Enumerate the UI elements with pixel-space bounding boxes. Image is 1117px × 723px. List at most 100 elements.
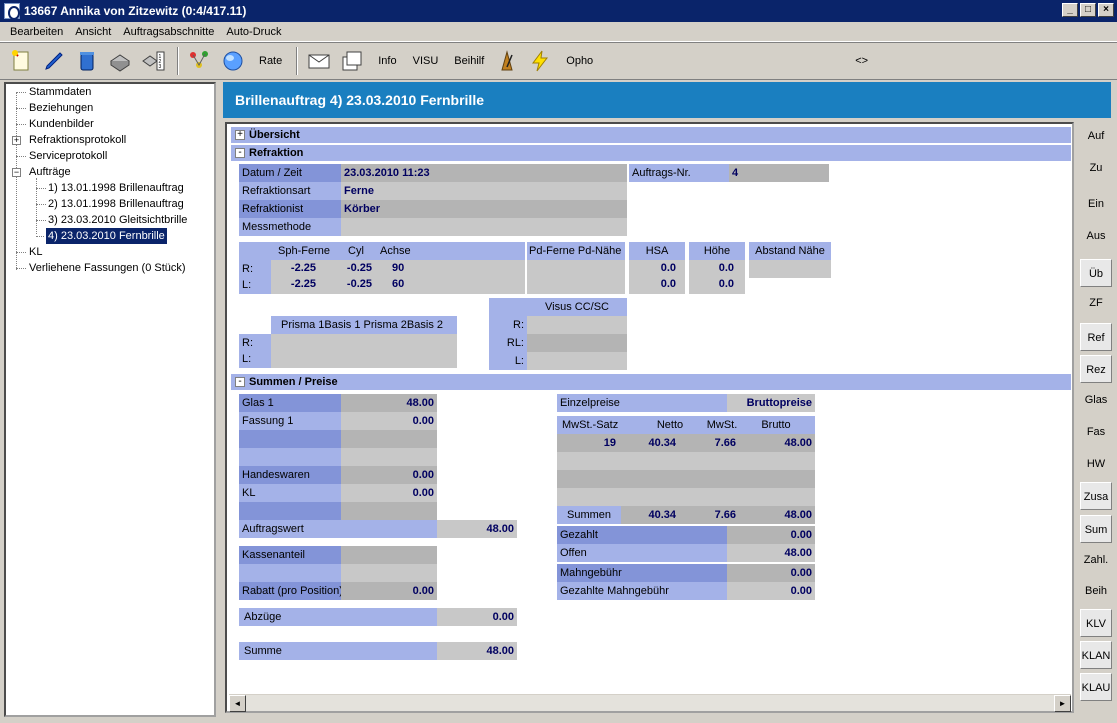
- visus-r-value[interactable]: [527, 316, 627, 334]
- tree-item-refraktionsprotokoll[interactable]: Refraktionsprotokoll: [29, 132, 126, 148]
- empty-value-3[interactable]: [341, 502, 437, 520]
- sidebar-aus[interactable]: Aus: [1080, 222, 1112, 250]
- sidebar-beih[interactable]: Beih: [1080, 577, 1112, 605]
- offen-value[interactable]: 48.00: [727, 544, 815, 562]
- fassung-value[interactable]: 0.00: [341, 412, 437, 430]
- l-cyl-value[interactable]: -0.25: [323, 276, 375, 292]
- horizontal-scrollbar[interactable]: ◄ ►: [229, 694, 1071, 712]
- scroll-left-icon[interactable]: ◄: [229, 695, 246, 712]
- visu-button[interactable]: VISU: [405, 55, 447, 67]
- rate-button[interactable]: Rate: [251, 55, 290, 67]
- pd-values[interactable]: [527, 260, 625, 294]
- tree-collapse-icon[interactable]: −: [12, 168, 21, 177]
- empty-value-4[interactable]: [341, 564, 437, 582]
- r-achse-value[interactable]: 90: [389, 260, 419, 276]
- mahngebuehr-value[interactable]: 0.00: [727, 564, 815, 582]
- gezahlt-value[interactable]: 0.00: [727, 526, 815, 544]
- lightning-button[interactable]: [525, 46, 555, 76]
- sidebar-fas[interactable]: Fas: [1080, 418, 1112, 446]
- print-numbered-button[interactable]: 123: [138, 46, 168, 76]
- tree-item-beziehungen[interactable]: Beziehungen: [29, 100, 93, 116]
- beihilf-button[interactable]: Beihilf: [446, 55, 492, 67]
- summen-mwst[interactable]: 7.66: [681, 506, 739, 524]
- handelswaren-value[interactable]: 0.00: [341, 466, 437, 484]
- minimize-button[interactable]: _: [1062, 3, 1078, 17]
- tree-item-order-3[interactable]: 3) 23.03.2010 Gleitsichtbrille: [48, 212, 187, 228]
- auftragsnr-value[interactable]: 4: [729, 164, 829, 182]
- edit-button[interactable]: [39, 46, 69, 76]
- nav-toggle-button[interactable]: <>: [847, 55, 876, 67]
- visus-rl-value[interactable]: [527, 334, 627, 352]
- tree-item-kl[interactable]: KL: [29, 244, 42, 260]
- r-cyl-value[interactable]: -0.25: [323, 260, 375, 276]
- kassenanteil-value[interactable]: [341, 546, 437, 564]
- scroll-right-icon[interactable]: ►: [1054, 695, 1071, 712]
- visus-l-value[interactable]: [527, 352, 627, 370]
- summen-brutto[interactable]: 48.00: [741, 506, 815, 524]
- mail-button[interactable]: [304, 46, 334, 76]
- prisma-values[interactable]: [271, 334, 457, 368]
- empty-value-1[interactable]: [341, 430, 437, 448]
- r-hsa-value[interactable]: 0.0: [629, 260, 679, 276]
- sidebar-ref[interactable]: Ref: [1080, 323, 1112, 351]
- summe-value[interactable]: 48.00: [437, 642, 517, 660]
- collapse-icon[interactable]: -: [235, 148, 245, 158]
- l-sph-value[interactable]: -2.25: [271, 276, 319, 292]
- bruttopreise-label[interactable]: Bruttopreise: [727, 394, 815, 412]
- r-hoehe-value[interactable]: 0.0: [689, 260, 737, 276]
- expand-icon[interactable]: +: [235, 130, 245, 140]
- tree-item-order-4[interactable]: 4) 23.03.2010 Fernbrille: [45, 227, 168, 245]
- tree-expand-icon[interactable]: +: [12, 136, 21, 145]
- sidebar-ueb[interactable]: Üb: [1080, 259, 1112, 287]
- sidebar-rez[interactable]: Rez: [1080, 355, 1112, 383]
- abzuege-value[interactable]: 0.00: [437, 608, 517, 626]
- print-button[interactable]: [105, 46, 135, 76]
- sidebar-zu[interactable]: Zu: [1080, 154, 1112, 182]
- close-button[interactable]: ×: [1098, 3, 1114, 17]
- kl-value[interactable]: 0.00: [341, 484, 437, 502]
- sidebar-klau[interactable]: KLAU: [1080, 673, 1112, 701]
- l-hoehe-value[interactable]: 0.0: [689, 276, 737, 292]
- tree-item-kundenbilder[interactable]: Kundenbilder: [29, 116, 94, 132]
- menu-bearbeiten[interactable]: Bearbeiten: [4, 26, 69, 38]
- sidebar-glas[interactable]: Glas: [1080, 386, 1112, 414]
- price-row-4[interactable]: [557, 488, 815, 506]
- sidebar-ein[interactable]: Ein: [1080, 190, 1112, 218]
- r-sph-value[interactable]: -2.25: [271, 260, 319, 276]
- tree-item-serviceprotokoll[interactable]: Serviceprotokoll: [29, 148, 107, 164]
- menu-auto-druck[interactable]: Auto-Druck: [220, 26, 287, 38]
- calculator-button[interactable]: [492, 46, 522, 76]
- datum-value[interactable]: 23.03.2010 11:23: [341, 164, 627, 182]
- maximize-button[interactable]: □: [1080, 3, 1096, 17]
- sidebar-zf[interactable]: ZF: [1080, 289, 1112, 317]
- auftragswert-value[interactable]: 48.00: [437, 520, 517, 538]
- network-button[interactable]: [185, 46, 215, 76]
- sidebar-hw[interactable]: HW: [1080, 450, 1112, 478]
- menu-ansicht[interactable]: Ansicht: [69, 26, 117, 38]
- glas-value[interactable]: 48.00: [341, 394, 437, 412]
- l-achse-value[interactable]: 60: [389, 276, 419, 292]
- section-uebersicht[interactable]: + Übersicht: [231, 127, 1071, 143]
- delete-button[interactable]: [72, 46, 102, 76]
- tree-item-order-2[interactable]: 2) 13.01.1998 Brillenauftrag: [48, 196, 184, 212]
- tree-item-stammdaten[interactable]: Stammdaten: [29, 84, 91, 100]
- copy-button[interactable]: [337, 46, 367, 76]
- price-row-3[interactable]: [557, 470, 815, 488]
- messmethode-value[interactable]: [341, 218, 627, 236]
- globe-button[interactable]: [218, 46, 248, 76]
- new-button[interactable]: [6, 46, 36, 76]
- collapse-icon[interactable]: -: [235, 377, 245, 387]
- sidebar-klv[interactable]: KLV: [1080, 609, 1112, 637]
- section-refraktion[interactable]: - Refraktion: [231, 145, 1071, 161]
- opho-button[interactable]: Opho: [558, 55, 601, 67]
- rabatt-value[interactable]: 0.00: [341, 582, 437, 600]
- sidebar-zahl[interactable]: Zahl.: [1080, 546, 1112, 574]
- menu-auftragsabschnitte[interactable]: Auftragsabschnitte: [117, 26, 220, 38]
- price-row-2[interactable]: [557, 452, 815, 470]
- tree-item-verliehene-fassungen[interactable]: Verliehene Fassungen (0 Stück): [29, 260, 186, 276]
- sidebar-sum[interactable]: Sum: [1080, 515, 1112, 543]
- section-summen[interactable]: - Summen / Preise: [231, 374, 1071, 390]
- gezahlte-mahngebuehr-value[interactable]: 0.00: [727, 582, 815, 600]
- summen-netto[interactable]: 40.34: [621, 506, 679, 524]
- tree-item-order-1[interactable]: 1) 13.01.1998 Brillenauftrag: [48, 180, 184, 196]
